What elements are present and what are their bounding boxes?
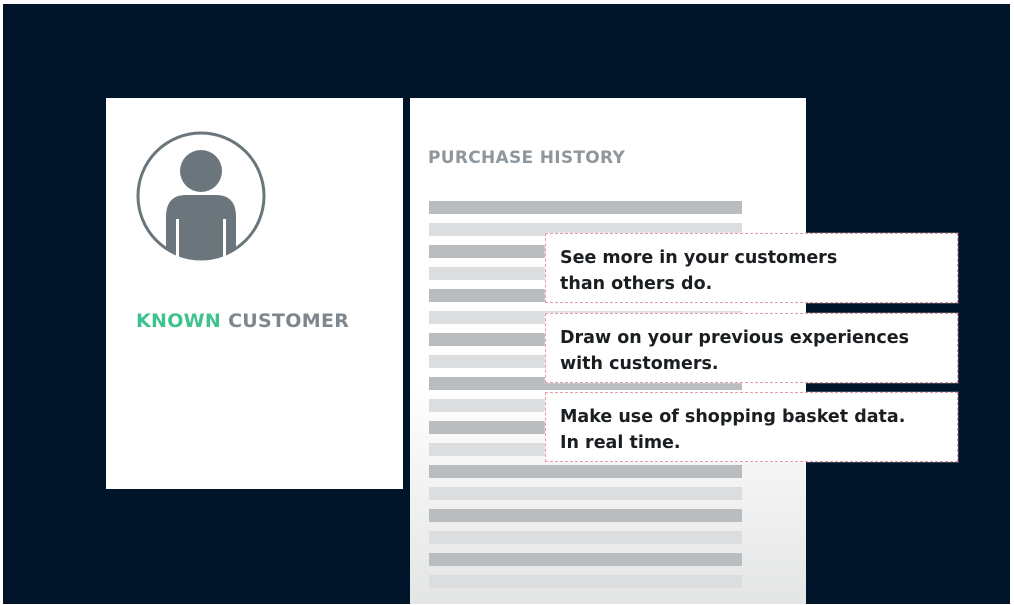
- callout-box: See more in your customers than others d…: [545, 233, 958, 303]
- history-row: [429, 509, 742, 522]
- callout-text: Draw on your previous experiences with c…: [560, 325, 950, 377]
- history-row: [429, 553, 742, 566]
- known-customer-card: KNOWN CUSTOMER: [106, 98, 403, 489]
- customer-word: CUSTOMER: [228, 310, 350, 332]
- callout-box: Make use of shopping basket data. In rea…: [545, 392, 958, 462]
- history-row: [429, 201, 742, 214]
- callout-line: with customers.: [560, 354, 719, 374]
- history-row: [429, 487, 742, 500]
- callout-box: Draw on your previous experiences with c…: [545, 313, 958, 383]
- history-row: [429, 575, 742, 588]
- callout-line: In real time.: [560, 433, 681, 453]
- callout-line: Draw on your previous experiences: [560, 328, 910, 348]
- purchase-history-title: PURCHASE HISTORY: [428, 148, 626, 168]
- known-word: KNOWN: [136, 310, 222, 332]
- history-row: [429, 531, 742, 544]
- callout-line: See more in your customers: [560, 248, 838, 268]
- callout-line: than others do.: [560, 274, 713, 294]
- slide-canvas: KNOWN CUSTOMER PURCHASE HISTORY See more…: [3, 4, 1010, 604]
- callout-text: Make use of shopping basket data. In rea…: [560, 404, 950, 456]
- callout-line: Make use of shopping basket data.: [560, 407, 906, 427]
- callout-text: See more in your customers than others d…: [560, 245, 950, 297]
- history-row: [429, 465, 742, 478]
- person-icon: [136, 131, 266, 261]
- known-customer-label: KNOWN CUSTOMER: [136, 310, 349, 332]
